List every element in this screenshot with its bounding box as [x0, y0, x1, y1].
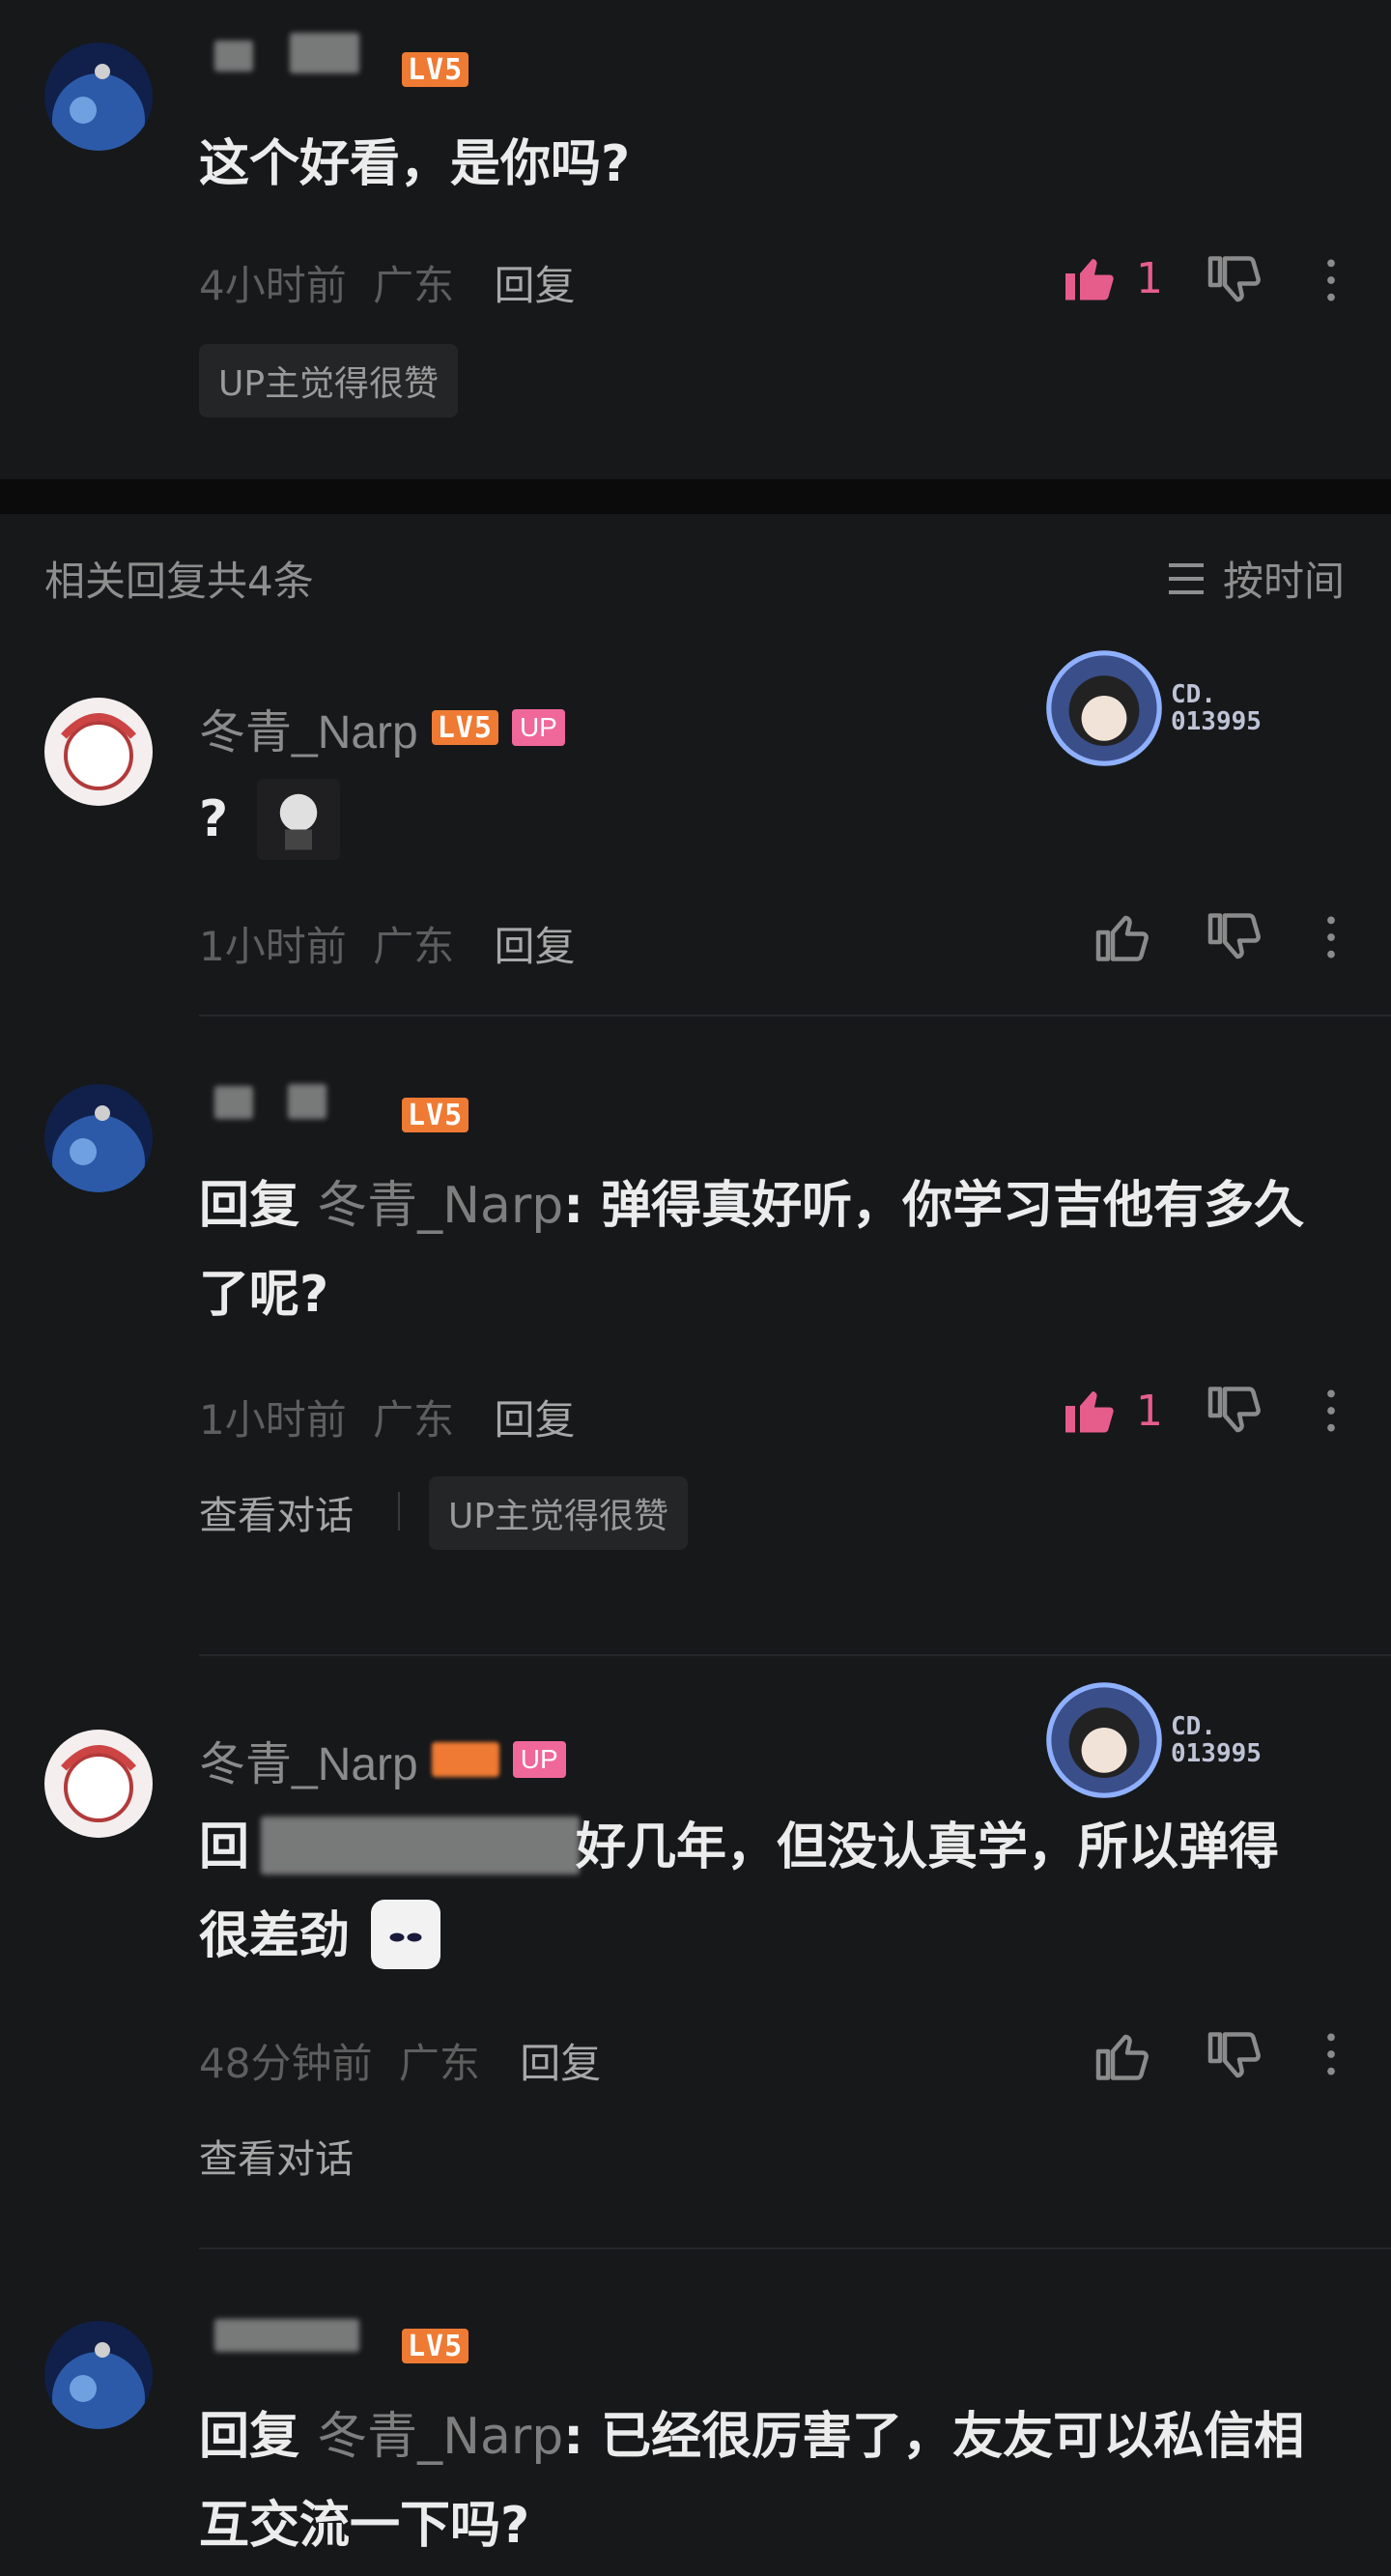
- sort-button[interactable]: 按时间: [1163, 549, 1345, 608]
- up-liked-tag: UP主觉得很赞: [429, 1476, 689, 1550]
- more-icon[interactable]: [1325, 916, 1337, 959]
- mention-link[interactable]: 冬青_Narp: [317, 2408, 563, 2466]
- username-blurred: [214, 1086, 253, 1119]
- more-icon[interactable]: [1325, 1389, 1337, 1432]
- fan-medal[interactable]: CD. 013995: [1041, 645, 1262, 771]
- up-badge: UP: [511, 709, 565, 746]
- reply-text: 回复 冬青_Narp: 已经很厉害了，友友可以私信相互交流一下吗?: [199, 2408, 1305, 2555]
- like-count: 1: [1136, 1386, 1163, 1436]
- thumb-up-icon[interactable]: [1093, 908, 1151, 966]
- level-badge: LV5: [431, 710, 498, 745]
- fan-medal-text: CD. 013995: [1171, 1712, 1262, 1768]
- username-blurred: [288, 1084, 326, 1119]
- username-blurred: [290, 33, 359, 73]
- reply-button[interactable]: 回复: [494, 1396, 575, 1444]
- location: 广东: [373, 923, 455, 970]
- fan-medal-avatar-icon: [1046, 1682, 1162, 1798]
- reply-button[interactable]: 回复: [494, 923, 575, 970]
- comment-text: 这个好看，是你吗?: [199, 135, 631, 193]
- avatar[interactable]: [44, 43, 153, 151]
- reply-meta: 48分钟前 广东 回复: [199, 2031, 601, 2090]
- reply-prefix: 回复: [199, 1177, 300, 1235]
- level-badge: LV5: [402, 52, 469, 87]
- reply-button[interactable]: 回复: [520, 2040, 601, 2087]
- like-count: 1: [1136, 253, 1163, 303]
- timestamp: 1小时前: [199, 923, 347, 970]
- username-blurred: [214, 41, 253, 72]
- avatar[interactable]: [44, 698, 153, 806]
- timestamp: 48分钟前: [199, 2040, 373, 2087]
- sticker-emoji: [371, 1900, 440, 1969]
- avatar[interactable]: [44, 1730, 153, 1838]
- thumb-up-icon: [1065, 1391, 1114, 1433]
- thumb-up-icon[interactable]: [1093, 2027, 1151, 2085]
- reply-meta: 1小时前 广东 回复: [199, 914, 575, 973]
- divider: [199, 1015, 1391, 1016]
- view-conversation-link[interactable]: 查看对话: [199, 1484, 354, 1540]
- up-liked-tag: UP主觉得很赞: [199, 344, 459, 417]
- thumb-down-icon[interactable]: [1206, 251, 1263, 309]
- up-badge: UP: [512, 1741, 566, 1778]
- replies-count-title: 相关回复共4条: [44, 558, 314, 605]
- location: 广东: [373, 262, 455, 309]
- more-icon[interactable]: [1325, 259, 1337, 301]
- thumb-down-icon[interactable]: [1206, 2027, 1263, 2085]
- level-badge: LV5: [402, 2329, 469, 2363]
- sort-label: 按时间: [1223, 558, 1346, 605]
- reply-header: 冬青_Narp UP: [199, 1726, 566, 1793]
- avatar[interactable]: [44, 1084, 153, 1192]
- like-button[interactable]: 1: [1061, 249, 1163, 307]
- reply-text: 回复 冬青_Narp: 弹得真好听，你学习吉他有多久了呢?: [199, 1177, 1305, 1324]
- timestamp: 4小时前: [199, 262, 347, 309]
- more-icon[interactable]: [1325, 2033, 1337, 2075]
- location: 广东: [373, 1396, 455, 1444]
- reply-text: ?: [199, 790, 229, 848]
- view-conversation-link[interactable]: 查看对话: [199, 2128, 354, 2184]
- reply-button[interactable]: 回复: [494, 262, 575, 309]
- avatar[interactable]: [44, 2321, 153, 2429]
- thumb-down-icon[interactable]: [1206, 1382, 1263, 1440]
- section-separator: [0, 479, 1391, 514]
- level-badge-obscured: [431, 1742, 499, 1777]
- location: 广东: [398, 2040, 480, 2087]
- reply-text: 好几年，但没认真学，所以弹得很差劲: [199, 1818, 1280, 1965]
- fan-medal-avatar-icon: [1046, 650, 1162, 766]
- username[interactable]: 冬青_Narp: [199, 694, 418, 761]
- thumb-down-icon[interactable]: [1206, 908, 1263, 966]
- sticker-image: [257, 779, 340, 860]
- timestamp: 1小时前: [199, 1396, 347, 1444]
- comment-meta: 4小时前 广东 回复: [199, 253, 575, 312]
- sort-list-icon: [1169, 562, 1204, 594]
- fan-medal-text: CD. 013995: [1171, 680, 1262, 736]
- divider: [199, 1654, 1391, 1656]
- thumb-up-icon: [1065, 259, 1114, 301]
- reply-header: 冬青_Narp LV5 UP: [199, 694, 565, 761]
- reply-prefix: 回复: [199, 2408, 300, 2466]
- level-badge: LV5: [402, 1098, 469, 1132]
- reply-meta: 1小时前 广东 回复: [199, 1388, 575, 1446]
- divider: [199, 2247, 1391, 2249]
- mention-link[interactable]: 冬青_Narp: [317, 1177, 563, 1235]
- separator-bar: [398, 1492, 400, 1531]
- like-button[interactable]: 1: [1061, 1382, 1163, 1440]
- username[interactable]: 冬青_Narp: [199, 1726, 418, 1793]
- username-blurred: [214, 2319, 359, 2352]
- fan-medal[interactable]: CD. 013995: [1041, 1677, 1262, 1803]
